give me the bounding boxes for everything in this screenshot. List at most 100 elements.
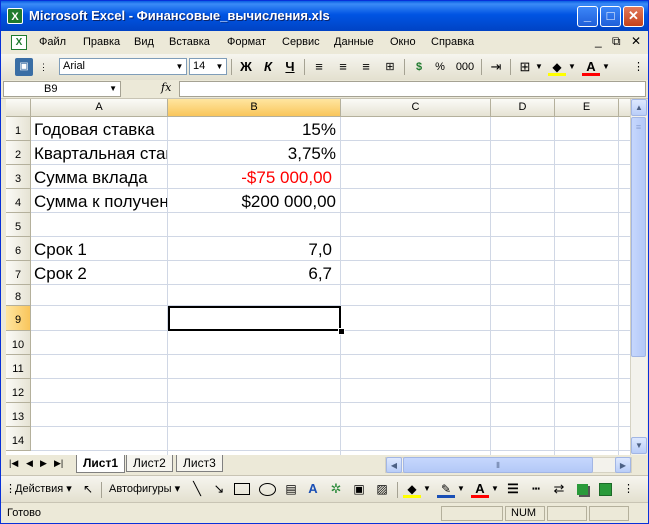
borders-icon[interactable]: ⊞ — [516, 58, 534, 76]
menu-tools[interactable]: Сервис — [282, 36, 320, 48]
fill-color-icon[interactable]: ◆ — [403, 480, 421, 498]
cell-b4[interactable]: $200 000,00 — [168, 189, 341, 213]
title-bar[interactable]: X Microsoft Excel - Финансовые_вычислени… — [1, 1, 648, 31]
last-sheet-icon[interactable]: ▶| — [54, 458, 63, 469]
actions-menu[interactable]: Действия ▾ — [15, 480, 75, 498]
scroll-down-icon[interactable]: ▼ — [631, 437, 647, 454]
rectangle-icon[interactable] — [233, 480, 251, 498]
chevron-down-icon[interactable]: ▼ — [535, 58, 543, 76]
arrow-style-icon[interactable]: ⇄ — [550, 480, 568, 498]
cell-a1[interactable]: Годовая ставка — [31, 117, 168, 141]
font-color-icon[interactable]: A — [471, 480, 489, 498]
cell-b1[interactable]: 15% — [168, 117, 341, 141]
next-sheet-icon[interactable]: ▶ — [40, 458, 47, 469]
menu-window[interactable]: Окно — [390, 36, 416, 48]
sheet-tab-list3[interactable]: Лист3 — [176, 455, 223, 472]
row-header[interactable]: 11 — [6, 355, 31, 379]
cell-b7[interactable]: 6,7 — [168, 261, 341, 285]
document-icon[interactable]: X — [11, 35, 27, 50]
align-right-icon[interactable]: ≡ — [357, 58, 375, 76]
column-header-b[interactable]: B — [168, 99, 341, 117]
cell-a6[interactable]: Срок 1 — [31, 237, 168, 261]
maximize-button[interactable]: □ — [600, 6, 621, 27]
cell-a7[interactable]: Срок 2 — [31, 261, 168, 285]
formula-input[interactable] — [179, 81, 646, 97]
line-color-icon[interactable]: ✎ — [437, 480, 455, 498]
bold-button[interactable]: Ж — [237, 58, 255, 76]
vertical-scrollbar[interactable]: ▲ ≡ ▼ — [630, 99, 647, 455]
cell-a2[interactable]: Квартальная ставка — [31, 141, 168, 165]
wordart-icon[interactable]: A — [304, 480, 322, 498]
menu-insert[interactable]: Вставка — [169, 36, 210, 48]
align-left-icon[interactable]: ≡ — [310, 58, 328, 76]
menu-format[interactable]: Формат — [227, 36, 266, 48]
toolbar-options-icon[interactable]: ⋮ — [39, 58, 48, 76]
menu-help[interactable]: Справка — [431, 36, 474, 48]
merge-center-icon[interactable]: ⊞ — [381, 58, 399, 76]
column-header-d[interactable]: D — [491, 99, 555, 117]
row-header[interactable]: 13 — [6, 403, 31, 427]
thousands-button[interactable]: 000 — [454, 58, 476, 76]
row-header[interactable]: 9 — [6, 306, 31, 331]
row-header[interactable]: 4 — [6, 189, 31, 213]
currency-icon[interactable]: $ — [410, 58, 428, 76]
oval-icon[interactable] — [257, 480, 277, 498]
menu-edit[interactable]: Правка — [83, 36, 120, 48]
diagram-icon[interactable]: ✲ — [327, 480, 345, 498]
horizontal-scrollbar[interactable]: ◀ ⦀ ▶ — [385, 457, 632, 473]
cell-b3[interactable]: -$75 000,00 — [168, 165, 341, 189]
row-header[interactable]: 10 — [6, 331, 31, 355]
close-button[interactable]: ✕ — [623, 6, 644, 27]
shadow-icon[interactable] — [573, 480, 591, 498]
row-header[interactable]: 8 — [6, 285, 31, 306]
insert-function-icon[interactable]: fx — [161, 81, 171, 94]
excel-app-icon[interactable]: X — [7, 8, 23, 24]
cell-b2[interactable]: 3,75% — [168, 141, 341, 165]
scroll-left-icon[interactable]: ◀ — [386, 457, 402, 473]
sheet-tab-list2[interactable]: Лист2 — [126, 455, 173, 472]
percent-button[interactable]: % — [433, 58, 447, 76]
fill-color-icon[interactable]: ◆ — [548, 58, 566, 76]
column-header-c[interactable]: C — [341, 99, 491, 117]
row-header[interactable]: 5 — [6, 213, 31, 237]
chevron-down-icon[interactable]: ▼ — [568, 58, 576, 76]
first-sheet-icon[interactable]: |◀ — [9, 458, 18, 469]
font-name-select[interactable]: Arial ▼ — [59, 58, 187, 75]
row-header[interactable]: 3 — [6, 165, 31, 189]
row-header[interactable]: 14 — [6, 427, 31, 451]
doc-restore-icon[interactable]: ⧉ — [612, 34, 621, 49]
prev-sheet-icon[interactable]: ◀ — [26, 458, 33, 469]
line-icon[interactable]: ╲ — [189, 480, 205, 498]
chevron-down-icon[interactable]: ▼ — [602, 58, 610, 76]
chevron-down-icon[interactable]: ▼ — [109, 82, 117, 96]
column-header-e[interactable]: E — [555, 99, 619, 117]
align-center-icon[interactable]: ≡ — [334, 58, 352, 76]
menu-view[interactable]: Вид — [134, 36, 154, 48]
name-box[interactable]: B9 ▼ — [3, 81, 121, 97]
line-style-icon[interactable]: ☰ — [504, 480, 522, 498]
cell-b6[interactable]: 7,0 — [168, 237, 341, 261]
cell-a3[interactable]: Сумма вклада — [31, 165, 168, 189]
fill-handle[interactable] — [338, 328, 345, 335]
font-size-select[interactable]: 14 ▼ — [189, 58, 227, 75]
row-header[interactable]: 12 — [6, 379, 31, 403]
textbox-icon[interactable]: ▤ — [282, 480, 300, 498]
minimize-button[interactable]: _ — [577, 6, 598, 27]
italic-button[interactable]: К — [259, 58, 277, 76]
column-header-a[interactable]: A — [31, 99, 168, 117]
indent-icon[interactable]: ⇥ — [487, 58, 505, 76]
chevron-down-icon[interactable]: ▼ — [491, 480, 499, 498]
sheet-tab-list1[interactable]: Лист1 — [76, 455, 126, 473]
row-header[interactable]: 6 — [6, 237, 31, 261]
doc-close-icon[interactable]: ✕ — [631, 34, 641, 48]
scroll-right-icon[interactable]: ▶ — [615, 457, 631, 473]
menu-file[interactable]: Файл — [39, 36, 66, 48]
dash-style-icon[interactable]: ┅ — [527, 480, 545, 498]
toolbar-options-icon[interactable]: ⋮ — [633, 58, 644, 76]
horizontal-scroll-thumb[interactable]: ⦀ — [403, 457, 593, 473]
save-icon[interactable]: ▣ — [15, 58, 33, 76]
menu-data[interactable]: Данные — [334, 36, 374, 48]
autoshapes-menu[interactable]: Автофигуры ▾ — [109, 480, 185, 498]
font-color-icon[interactable]: A — [582, 58, 600, 76]
row-header[interactable]: 7 — [6, 261, 31, 285]
